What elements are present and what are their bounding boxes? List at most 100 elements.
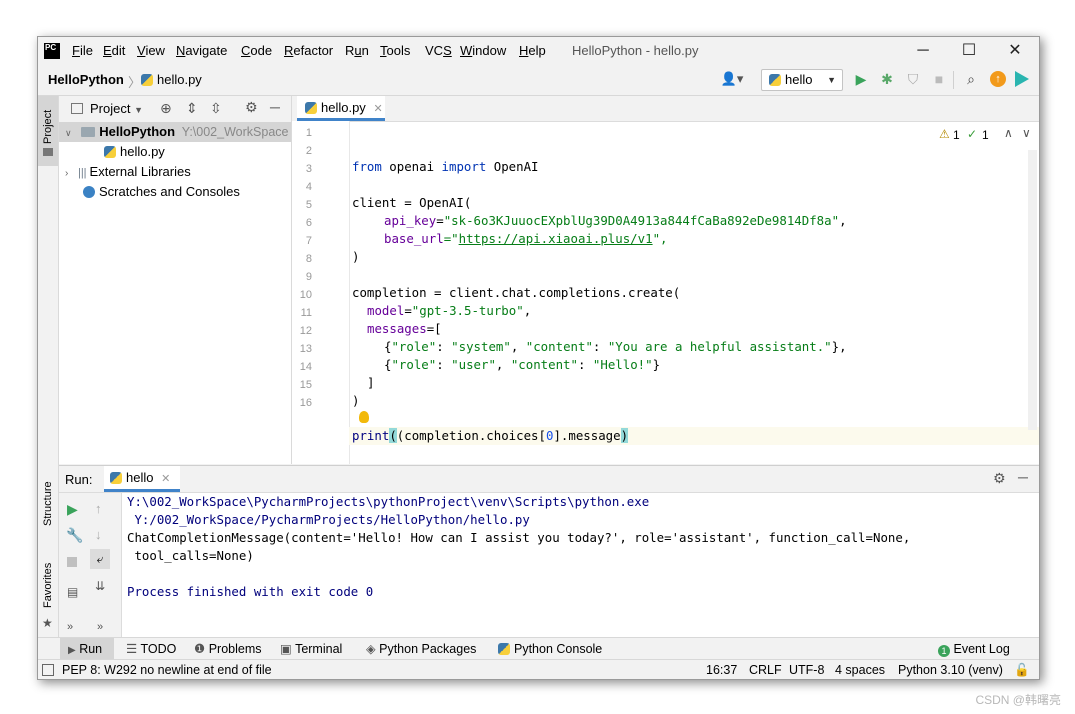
- menu-edit[interactable]: Edit: [103, 37, 125, 65]
- python-interpreter[interactable]: Python 3.10 (venv): [898, 662, 1003, 678]
- code-line-5[interactable]: base_url="https://api.xiaoai.plus/v1",: [384, 230, 668, 248]
- typo-icon[interactable]: ✓: [967, 127, 977, 141]
- locate-icon[interactable]: ⊕: [160, 100, 172, 117]
- caret-position[interactable]: 16:37: [706, 662, 737, 678]
- gear-icon[interactable]: ⚙: [245, 99, 258, 116]
- menu-refactor[interactable]: Refactor: [284, 37, 333, 65]
- bulb-icon[interactable]: [359, 411, 369, 423]
- menu-window[interactable]: Window: [460, 37, 506, 65]
- code-line-3[interactable]: client = OpenAI(: [352, 194, 471, 212]
- line-number[interactable]: 7: [292, 232, 312, 250]
- line-number[interactable]: 13: [292, 340, 312, 358]
- warning-icon[interactable]: ⚠: [939, 127, 950, 141]
- line-number[interactable]: 9: [292, 268, 312, 286]
- user-icon[interactable]: 👤▾: [718, 70, 746, 88]
- menu-tools[interactable]: Tools: [380, 37, 410, 65]
- debug-icon[interactable]: ✱: [878, 70, 896, 88]
- more-icon[interactable]: »: [67, 621, 73, 633]
- tool-problems-tab[interactable]: ❶ Problems: [194, 641, 262, 657]
- event-log-tab[interactable]: 1 Event Log: [938, 641, 1010, 657]
- collapse-all-icon[interactable]: ⇳: [210, 100, 222, 117]
- tree-item-hello-py[interactable]: hello.py: [59, 142, 291, 162]
- hide-panel-icon[interactable]: ─: [270, 99, 280, 115]
- status-message[interactable]: PEP 8: W292 no newline at end of file: [62, 662, 272, 678]
- line-number[interactable]: 2: [292, 142, 312, 160]
- line-number[interactable]: 8: [292, 250, 312, 268]
- tree-item-scratches[interactable]: Scratches and Consoles: [59, 182, 291, 202]
- toolbox-icon[interactable]: [1015, 71, 1029, 87]
- hide-panel-icon[interactable]: ─: [1018, 469, 1028, 485]
- line-number[interactable]: 16: [292, 394, 312, 412]
- wrench-icon[interactable]: 🔧: [66, 527, 83, 544]
- tool-console-tab[interactable]: Python Console: [498, 641, 602, 657]
- indent-setting[interactable]: 4 spaces: [835, 662, 885, 678]
- menu-navigate[interactable]: Navigate: [176, 37, 227, 65]
- breadcrumb-file[interactable]: hello.py: [141, 72, 202, 87]
- update-icon[interactable]: ↑: [990, 71, 1006, 87]
- more-icon[interactable]: »: [97, 621, 103, 633]
- close-tab-icon[interactable]: ✕: [373, 103, 382, 115]
- menu-run[interactable]: Run: [345, 37, 369, 65]
- line-number[interactable]: 15: [292, 376, 312, 394]
- tree-item-root[interactable]: ∨ HelloPython Y:\002_WorkSpace: [59, 122, 291, 142]
- code-line-10[interactable]: messages=[: [367, 320, 442, 338]
- menu-help[interactable]: Help: [519, 37, 546, 65]
- breadcrumb-project[interactable]: HelloPython: [48, 72, 124, 87]
- scroll-to-end-icon[interactable]: ⇊: [95, 579, 105, 593]
- line-number[interactable]: 12: [292, 322, 312, 340]
- close-tab-icon[interactable]: ✕: [161, 473, 170, 485]
- search-icon[interactable]: ⌕: [962, 70, 980, 88]
- line-number[interactable]: 5: [292, 196, 312, 214]
- stop-icon[interactable]: [67, 557, 77, 567]
- line-separator[interactable]: CRLF: [749, 662, 782, 678]
- line-number[interactable]: 1: [292, 124, 312, 142]
- arrow-down-icon[interactable]: ↓: [95, 527, 102, 542]
- chevron-down-icon[interactable]: ∨: [1022, 126, 1031, 140]
- chevron-up-icon[interactable]: ∧: [1004, 126, 1013, 140]
- tab-hello-py[interactable]: hello.py ✕: [297, 96, 385, 121]
- line-number[interactable]: 11: [292, 304, 312, 322]
- code-line-12[interactable]: {"role": "user", "content": "Hello!"}: [384, 356, 660, 374]
- run-config-select[interactable]: hello ▼: [761, 69, 843, 91]
- menu-view[interactable]: View: [137, 37, 165, 65]
- lock-icon[interactable]: 🔓: [1014, 662, 1030, 678]
- run-tab-hello[interactable]: hello ✕: [104, 466, 180, 492]
- code-line-8[interactable]: completion = client.chat.completions.cre…: [352, 284, 680, 302]
- code-line-13[interactable]: ]: [367, 374, 374, 392]
- code-line-9[interactable]: model="gpt-3.5-turbo",: [367, 302, 531, 320]
- tree-item-external-libraries[interactable]: › ||| External Libraries: [59, 162, 291, 182]
- project-tool-tab[interactable]: Project: [38, 96, 58, 166]
- code-line-1[interactable]: from openai import OpenAI: [352, 158, 539, 176]
- code-line-14[interactable]: ): [352, 392, 359, 410]
- tool-run-tab[interactable]: ▶ Run: [60, 638, 114, 660]
- file-encoding[interactable]: UTF-8: [789, 662, 824, 678]
- favorites-tool-tab[interactable]: Favorites: [42, 563, 54, 608]
- line-number[interactable]: 6: [292, 214, 312, 232]
- line-number[interactable]: 3: [292, 160, 312, 178]
- code-line-16[interactable]: print((completion.choices[0].message): [352, 427, 629, 445]
- stop-icon[interactable]: ■: [930, 70, 948, 88]
- line-number[interactable]: 10: [292, 286, 312, 304]
- menu-file[interactable]: File: [72, 37, 93, 65]
- editor-scrollbar[interactable]: [1028, 150, 1037, 430]
- maximize-button[interactable]: ☐: [946, 37, 992, 65]
- code-line-6[interactable]: ): [352, 248, 359, 266]
- tool-terminal-tab[interactable]: ▣ Terminal: [280, 641, 342, 657]
- layout-icon[interactable]: ▤: [67, 585, 78, 599]
- coverage-icon[interactable]: ⛉: [904, 70, 922, 88]
- close-button[interactable]: ✕: [992, 37, 1038, 65]
- structure-tool-tab[interactable]: Structure: [42, 481, 54, 526]
- line-number[interactable]: 14: [292, 358, 312, 376]
- code-line-11[interactable]: {"role": "system", "content": "You are a…: [384, 338, 847, 356]
- panel-toggle-icon[interactable]: [42, 664, 54, 676]
- line-number[interactable]: 4: [292, 178, 312, 196]
- minimize-button[interactable]: ─: [900, 37, 946, 65]
- tool-todo-tab[interactable]: ☰ TODO: [126, 641, 176, 657]
- code-line-4[interactable]: api_key="sk-6o3KJuuocEXpblUg39D0A4913a84…: [384, 212, 847, 230]
- run-icon[interactable]: ▶: [852, 70, 870, 88]
- menu-vcs[interactable]: VCS: [425, 37, 452, 65]
- expand-all-icon[interactable]: ⇕: [186, 100, 198, 117]
- project-view-select[interactable]: Project ▼: [90, 101, 143, 116]
- soft-wrap-icon[interactable]: ⤶: [90, 549, 110, 569]
- tool-packages-tab[interactable]: ◈ Python Packages: [366, 641, 476, 657]
